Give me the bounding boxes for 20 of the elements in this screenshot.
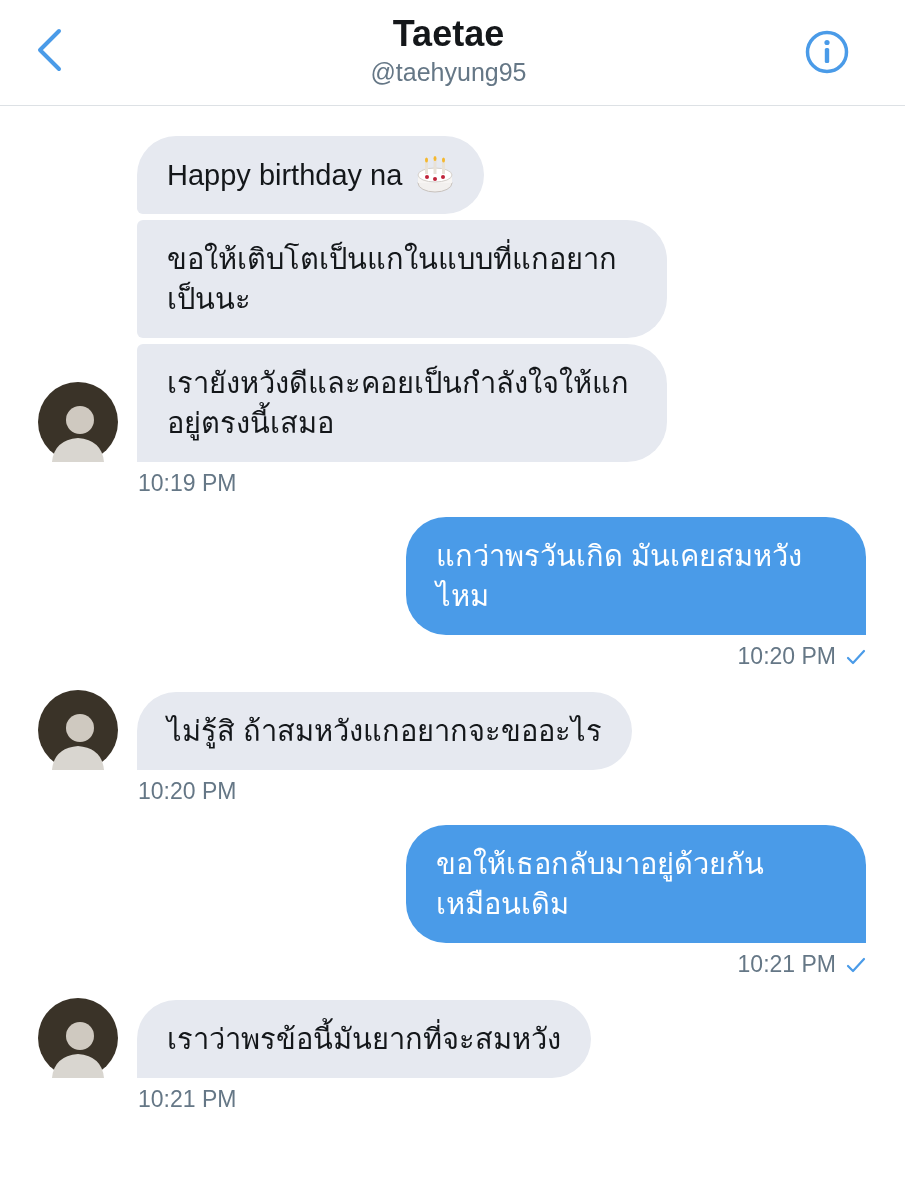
back-icon[interactable] [36,27,62,72]
check-icon [846,648,866,665]
contact-handle: @taehyung95 [370,58,527,87]
message-bubble[interactable]: Happy birthday na [137,136,485,214]
message-bubble[interactable]: เรายังหวังดีและคอยเป็นกำลังใจให้แกอยู่ตรงนี้เสมอ [137,344,667,462]
message-bubble[interactable]: เราว่าพรข้อนี้มันยากที่จะสมหวัง [137,1000,591,1078]
message-time: 10:21 PM [737,951,836,978]
message-time: 10:20 PM [138,778,237,805]
avatar[interactable] [38,690,118,770]
avatar[interactable] [38,382,118,462]
message-time: 10:19 PM [138,470,237,497]
message-bubble[interactable]: ขอให้เติบโตเป็นแกในแบบที่แกอยากเป็นนะ [137,220,667,338]
check-icon [846,956,866,973]
cake-icon [416,156,455,194]
message-time: 10:20 PM [737,643,836,670]
message-bubble[interactable]: ไม่รู้สิ ถ้าสมหวังแกอยากจะขออะไร [137,692,633,770]
contact-name: Taetae [392,14,505,54]
info-icon[interactable] [805,29,849,74]
message-time: 10:21 PM [138,1086,237,1113]
avatar[interactable] [38,998,118,1078]
